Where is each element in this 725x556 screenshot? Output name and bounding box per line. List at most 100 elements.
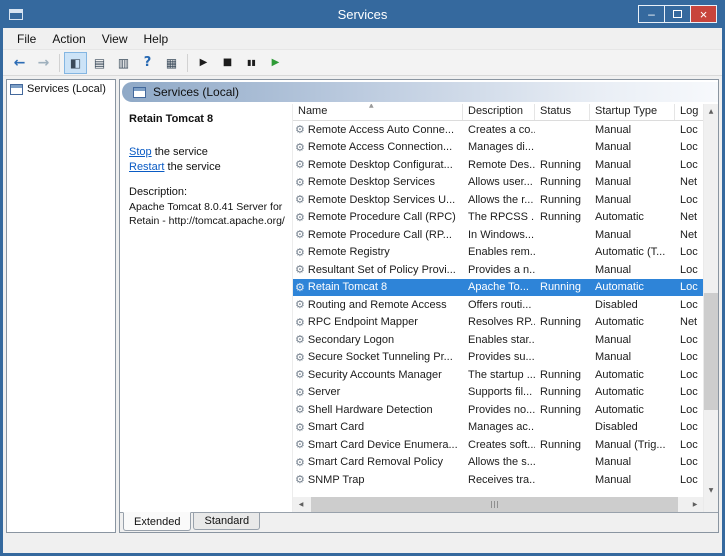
service-row[interactable]: ⚙Remote Access Connection... Manages di.… — [293, 139, 703, 157]
service-row[interactable]: ⚙Server Supports fil... Running Automati… — [293, 384, 703, 402]
restart-service-button[interactable]: ▶ — [264, 52, 287, 74]
service-gear-icon: ⚙ — [295, 438, 305, 451]
service-log-on-as-cell: Loc — [675, 191, 703, 209]
toolbar-separator — [187, 54, 188, 72]
service-log-on-as-cell: Loc — [675, 121, 703, 139]
horizontal-scroll-thumb[interactable] — [311, 497, 678, 512]
service-row[interactable]: ⚙Retain Tomcat 8 Apache To... Running Au… — [293, 279, 703, 297]
service-gear-icon: ⚙ — [295, 281, 305, 294]
minimize-button[interactable]: – — [638, 5, 665, 23]
vertical-scroll-track[interactable] — [704, 118, 718, 483]
tab-standard[interactable]: Standard — [193, 513, 260, 530]
service-row[interactable]: ⚙Resultant Set of Policy Provi... Provid… — [293, 261, 703, 279]
scroll-right-icon[interactable]: ▶ — [687, 497, 703, 512]
service-row[interactable]: ⚙Secure Socket Tunneling Pr... Provides … — [293, 349, 703, 367]
menu-help[interactable]: Help — [136, 30, 177, 48]
menu-bar: File Action View Help — [3, 28, 722, 49]
services-list: Name▲ Description Status Startup Type Lo… — [292, 104, 718, 512]
service-description-cell: Offers routi... — [463, 296, 535, 314]
title-bar[interactable]: Services – × — [3, 0, 722, 28]
forward-button[interactable]: → — [32, 52, 55, 74]
column-header-status[interactable]: Status — [535, 104, 590, 120]
service-name: Routing and Remote Access — [308, 299, 447, 311]
service-name-cell: ⚙Smart Card Device Enumera... — [293, 436, 463, 454]
service-status-cell — [535, 121, 590, 139]
restart-service-link[interactable]: Restart — [129, 161, 164, 173]
show-console-tree-button[interactable]: ◧ — [64, 52, 87, 74]
properties-button[interactable]: ▤ — [88, 52, 111, 74]
menu-file[interactable]: File — [9, 30, 44, 48]
stop-service-link[interactable]: Stop — [129, 146, 152, 158]
service-gear-icon: ⚙ — [295, 141, 305, 154]
view-tabs: Extended Standard — [120, 512, 718, 532]
service-gear-icon: ⚙ — [295, 193, 305, 206]
service-description-cell: In Windows... — [463, 226, 535, 244]
maximize-button[interactable] — [664, 5, 691, 23]
service-name-cell: ⚙Smart Card Removal Policy — [293, 454, 463, 472]
service-row[interactable]: ⚙Remote Desktop Services Allows user... … — [293, 174, 703, 192]
stop-service-button[interactable]: ■ — [216, 52, 239, 74]
horizontal-scrollbar[interactable]: ◀ ▶ — [293, 497, 703, 512]
service-row[interactable]: ⚙Smart Card Manages ac... Disabled Loc — [293, 419, 703, 437]
scroll-down-icon[interactable]: ▼ — [704, 483, 718, 497]
service-log-on-as-cell: Loc — [675, 156, 703, 174]
service-name: Resultant Set of Policy Provi... — [308, 264, 456, 276]
horizontal-scroll-track[interactable] — [309, 497, 687, 512]
service-gear-icon: ⚙ — [295, 316, 305, 329]
service-startup-type-cell: Manual — [590, 331, 675, 349]
tab-extended[interactable]: Extended — [123, 512, 191, 531]
service-status-cell — [535, 471, 590, 489]
service-row[interactable]: ⚙Smart Card Device Enumera... Creates so… — [293, 436, 703, 454]
tree-item-services-local[interactable]: Services (Local) — [7, 80, 115, 97]
service-gear-icon: ⚙ — [295, 123, 305, 136]
refresh-button[interactable]: ▦ — [160, 52, 183, 74]
pause-service-button[interactable]: ▮▮ — [240, 52, 263, 74]
service-status-cell: Running — [535, 156, 590, 174]
service-description-cell: Provides a n... — [463, 261, 535, 279]
service-status-cell — [535, 419, 590, 437]
column-header-log-on-as[interactable]: Log — [675, 104, 703, 120]
service-startup-type-cell: Disabled — [590, 419, 675, 437]
service-name-cell: ⚙Routing and Remote Access — [293, 296, 463, 314]
service-name: Security Accounts Manager — [308, 369, 442, 381]
column-header-description[interactable]: Description — [463, 104, 535, 120]
vertical-scroll-thumb[interactable] — [704, 293, 718, 410]
close-button[interactable]: × — [690, 5, 717, 23]
service-startup-type-cell: Automatic — [590, 279, 675, 297]
view-header-band: Services (Local) — [122, 82, 718, 102]
service-row[interactable]: ⚙Smart Card Removal Policy Allows the s.… — [293, 454, 703, 472]
service-row[interactable]: ⚙Remote Procedure Call (RPC) The RPCSS .… — [293, 209, 703, 227]
service-name-cell: ⚙Remote Access Connection... — [293, 139, 463, 157]
service-row[interactable]: ⚙Remote Registry Enables rem... Automati… — [293, 244, 703, 262]
help-button[interactable]: ? — [136, 52, 159, 74]
service-row[interactable]: ⚙Remote Access Auto Conne... Creates a c… — [293, 121, 703, 139]
service-description-cell: Provides su... — [463, 349, 535, 367]
service-log-on-as-cell: Loc — [675, 436, 703, 454]
service-status-cell: Running — [535, 279, 590, 297]
service-name: Remote Procedure Call (RPC) — [308, 211, 456, 223]
service-description-cell: Provides no... — [463, 401, 535, 419]
export-list-button[interactable]: ▥ — [112, 52, 135, 74]
service-row[interactable]: ⚙SNMP Trap Receives tra... Manual Loc — [293, 471, 703, 489]
scroll-up-icon[interactable]: ▲ — [704, 104, 718, 118]
menu-view[interactable]: View — [94, 30, 136, 48]
description-label: Description: — [129, 186, 286, 198]
vertical-scrollbar[interactable]: ▲ ▼ — [703, 104, 718, 512]
column-header-startup-type[interactable]: Startup Type — [590, 104, 675, 120]
service-row[interactable]: ⚙Routing and Remote Access Offers routi.… — [293, 296, 703, 314]
service-row[interactable]: ⚙Secondary Logon Enables star... Manual … — [293, 331, 703, 349]
service-row[interactable]: ⚙RPC Endpoint Mapper Resolves RP... Runn… — [293, 314, 703, 332]
service-row[interactable]: ⚙Security Accounts Manager The startup .… — [293, 366, 703, 384]
scroll-left-icon[interactable]: ◀ — [293, 497, 309, 512]
service-row[interactable]: ⚙Remote Desktop Configurat... Remote Des… — [293, 156, 703, 174]
service-row[interactable]: ⚙Remote Procedure Call (RP... In Windows… — [293, 226, 703, 244]
menu-action[interactable]: Action — [44, 30, 93, 48]
start-service-button[interactable]: ▶ — [192, 52, 215, 74]
service-row[interactable]: ⚙Remote Desktop Services U... Allows the… — [293, 191, 703, 209]
back-button[interactable]: ← — [8, 52, 31, 74]
service-row[interactable]: ⚙Shell Hardware Detection Provides no...… — [293, 401, 703, 419]
column-header-name[interactable]: Name▲ — [293, 104, 463, 120]
service-startup-type-cell: Disabled — [590, 296, 675, 314]
list-column-headers: Name▲ Description Status Startup Type Lo… — [293, 104, 703, 121]
service-gear-icon: ⚙ — [295, 246, 305, 259]
